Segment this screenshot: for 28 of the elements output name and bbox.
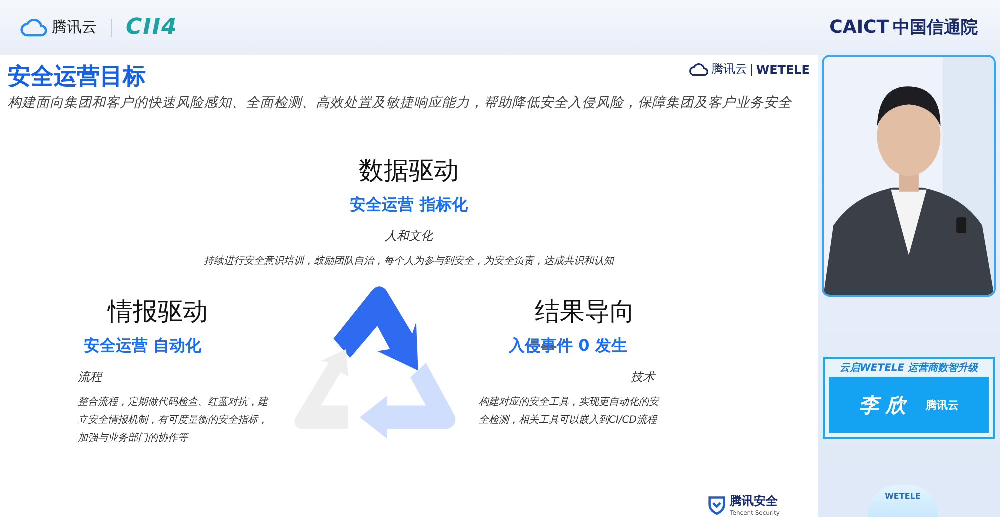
brand-name: 腾讯云: [52, 18, 97, 37]
cloud-logo-icon: [689, 62, 710, 76]
section-description: 构建对应的安全工具，实现更自动化的安全检测，相关工具可以嵌入到CI/CD流程: [479, 396, 661, 428]
section-label: 流程: [78, 369, 102, 386]
org-name: 中国信通院: [893, 17, 978, 39]
section-tagline: 入侵事件 0 发生: [509, 336, 628, 357]
section-description: 持续进行安全意识培训，鼓励团队自治，每个人为参与到安全，为安全负责，达成共识和认知: [204, 254, 614, 269]
section-label: 人和文化: [385, 228, 433, 245]
speaker-name: 李 欣: [859, 392, 906, 418]
slide-subtitle: 构建面向集团和客户的快速风险感知、全面检测、高效处置及敏捷响应能力，帮助降低安全入侵风险，保障集团及客户业务安全: [8, 94, 794, 112]
section-description: 整合流程，定期做代码检查、红蓝对抗，建立安全情报机制，有可度量衡的安全指标，加强与业务部门的协作等: [78, 396, 270, 446]
brand-name: 腾讯云: [711, 61, 748, 78]
section-tagline: 安全运营 指标化: [350, 195, 468, 216]
slide-title: 安全运营目标: [8, 63, 146, 92]
cloud-logo-icon: [20, 18, 48, 38]
footer-brand: 腾讯安全: [730, 493, 780, 510]
event-title: 云启WETELE 运营商数智升级: [838, 361, 980, 376]
shield-icon: [708, 495, 726, 515]
event-logo: CII4: [126, 15, 178, 40]
section-heading: 数据驱动: [359, 155, 459, 187]
speaker-org: 腾讯云: [926, 398, 959, 412]
section-heading: 结果导向: [535, 296, 635, 328]
section-label: 技术: [631, 369, 655, 386]
cloud-decoration: WETELE: [868, 485, 938, 517]
org-logo: CAICT: [830, 17, 889, 38]
section-tagline: 安全运营 自动化: [84, 336, 202, 357]
section-heading: 情报驱动: [108, 296, 208, 328]
partner-logo: WETELE: [756, 62, 810, 76]
